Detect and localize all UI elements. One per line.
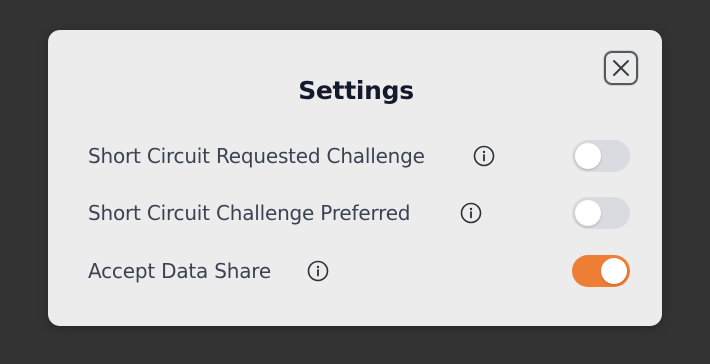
toggle-knob [575,143,601,169]
setting-row-short-circuit-requested-challenge: Short Circuit Requested Challenge [88,139,630,173]
info-icon[interactable] [460,202,482,224]
toggle-short-circuit-requested-challenge[interactable] [572,140,630,172]
setting-label: Short Circuit Challenge Preferred [88,201,411,225]
toggle-knob [601,258,627,284]
toggle-accept-data-share[interactable] [572,255,630,287]
toggle-short-circuit-challenge-preferred[interactable] [572,197,630,229]
toggle-knob [575,200,601,226]
info-icon[interactable] [473,145,495,167]
setting-label: Short Circuit Requested Challenge [88,144,425,168]
settings-dialog: Settings Short Circuit Requested Challen… [48,30,662,326]
setting-label: Accept Data Share [88,259,271,283]
info-icon[interactable] [307,260,329,282]
dialog-title: Settings [298,76,414,105]
setting-row-short-circuit-challenge-preferred: Short Circuit Challenge Preferred [88,196,630,230]
setting-row-accept-data-share: Accept Data Share [88,254,630,288]
